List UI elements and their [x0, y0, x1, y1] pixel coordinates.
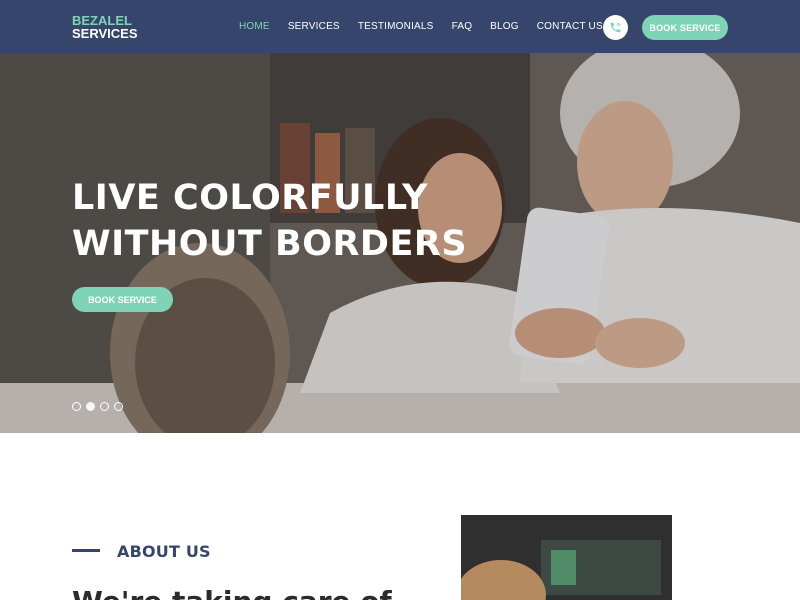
phone-icon	[610, 22, 621, 33]
about-label: ABOUT US	[117, 542, 211, 561]
about-heading: We're taking care of	[72, 585, 392, 600]
hero-slider: LIVE COLORFULLY WITHOUT BORDERS BOOK SER…	[0, 53, 800, 433]
nav-services[interactable]: SERVICES	[288, 21, 340, 32]
nav-testimonials[interactable]: TESTIMONIALS	[358, 21, 434, 32]
nav-home[interactable]: HOME	[239, 21, 270, 32]
about-divider	[72, 549, 100, 552]
about-image	[461, 515, 672, 600]
site-header: BEZALEL SERVICES HOME SERVICES TESTIMONI…	[0, 0, 800, 53]
nav-faq[interactable]: FAQ	[452, 21, 473, 32]
phone-button[interactable]	[603, 15, 628, 40]
slider-dot-1[interactable]	[72, 402, 81, 411]
logo-line2: SERVICES	[72, 26, 138, 41]
hero-title-line2: WITHOUT BORDERS	[72, 224, 468, 264]
hero-title-line1: LIVE COLORFULLY	[72, 178, 429, 218]
book-service-header-button[interactable]: BOOK SERVICE	[642, 15, 728, 40]
main-nav: HOME SERVICES TESTIMONIALS FAQ BLOG CONT…	[239, 21, 621, 32]
nav-contact-us[interactable]: CONTACT US	[537, 21, 603, 32]
book-service-hero-button[interactable]: BOOK SERVICE	[72, 287, 173, 312]
nav-blog[interactable]: BLOG	[490, 21, 519, 32]
logo[interactable]: BEZALEL SERVICES	[72, 14, 138, 40]
hero-title: LIVE COLORFULLY WITHOUT BORDERS	[72, 175, 467, 267]
slider-dot-3[interactable]	[100, 402, 109, 411]
slider-dots	[72, 402, 123, 411]
slider-dot-4[interactable]	[114, 402, 123, 411]
about-photo	[461, 515, 672, 600]
slider-dot-2[interactable]	[86, 402, 95, 411]
